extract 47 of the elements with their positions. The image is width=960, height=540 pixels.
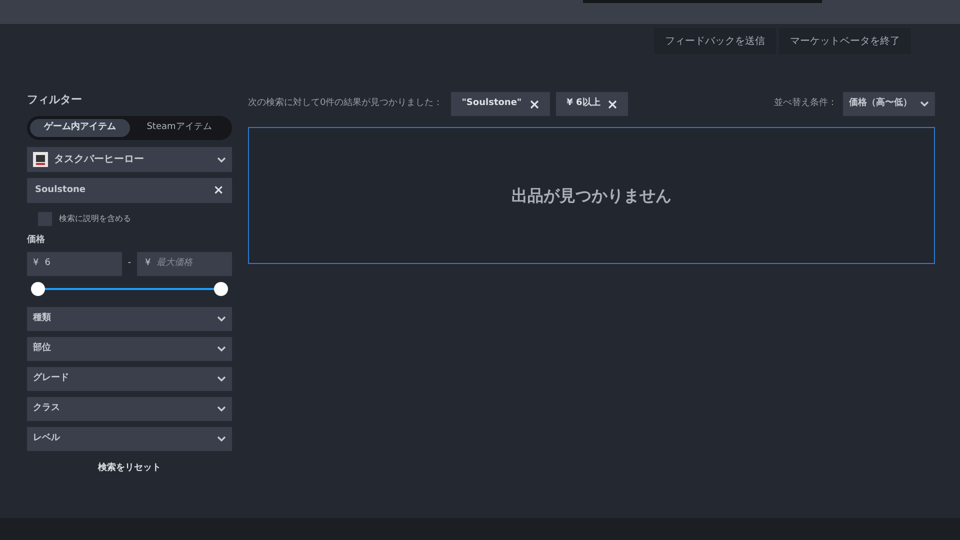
game-dropdown[interactable]: タスクバーヒーロー: [27, 147, 232, 172]
sort-dropdown[interactable]: 価格（高〜低）: [843, 92, 935, 116]
close-icon[interactable]: [530, 100, 539, 108]
range-separator: -: [126, 256, 132, 270]
chip-label: ¥ 6以上: [566, 97, 600, 110]
min-price-field[interactable]: ¥ 6: [27, 252, 122, 276]
chevron-down-icon: [217, 376, 226, 382]
filter-dropdown[interactable]: 種類: [27, 306, 232, 330]
filter-dropdown[interactable]: 部位: [27, 336, 232, 360]
filter-title: フィルター: [27, 92, 83, 108]
min-price-value: 6: [44, 256, 50, 270]
search-field[interactable]: Soulstone ×: [27, 178, 232, 203]
close-icon[interactable]: [608, 100, 618, 108]
max-price-placeholder: 最大価格: [156, 256, 193, 270]
slider-thumb[interactable]: [214, 282, 228, 296]
slider-thumb[interactable]: [31, 282, 45, 296]
chevron-down-icon: [920, 101, 929, 107]
header-button[interactable]: マーケットベータを終了: [779, 28, 911, 54]
tab[interactable]: Steamアイテム: [130, 119, 229, 137]
checkbox-label: 検索に説明を含める: [59, 213, 131, 225]
chevron-down-icon: [217, 346, 226, 352]
checkbox[interactable]: [38, 212, 52, 226]
filter-chip[interactable]: "Soulstone": [450, 92, 550, 116]
chevron-down-icon: [217, 406, 226, 412]
filter-dropdown[interactable]: クラス: [27, 396, 232, 420]
filter-chip[interactable]: ¥ 6以上: [556, 92, 628, 116]
search-value: Soulstone: [35, 184, 87, 197]
chevron-down-icon: [217, 436, 226, 442]
chip-label: "Soulstone": [462, 97, 522, 110]
header-button[interactable]: フィードバックを送信: [654, 28, 776, 54]
results-summary: 次の検索に対して0件の結果が見つかりました：: [248, 97, 443, 110]
clear-icon[interactable]: ×: [213, 180, 224, 200]
filter-dropdown[interactable]: レベル: [27, 426, 232, 450]
price-label: 価格: [27, 234, 46, 247]
chevron-down-icon: [217, 316, 226, 322]
sort-value: 価格（高〜低）: [849, 97, 912, 110]
sort-label: 並べ替え条件：: [774, 97, 837, 110]
max-price-field[interactable]: ¥ 最大価格: [137, 252, 232, 276]
currency-symbol: ¥: [33, 256, 39, 270]
game-icon: [33, 152, 48, 167]
reset-link[interactable]: 検索をリセット: [27, 462, 232, 475]
tab[interactable]: ゲーム内アイテム: [30, 119, 130, 137]
empty-message: 出品が見つかりません: [512, 184, 672, 206]
chevron-down-icon: [217, 156, 226, 162]
filter-dropdown[interactable]: グレード: [27, 366, 232, 390]
currency-symbol: ¥: [145, 256, 151, 270]
game-label: タスクバーヒーロー: [54, 153, 145, 167]
